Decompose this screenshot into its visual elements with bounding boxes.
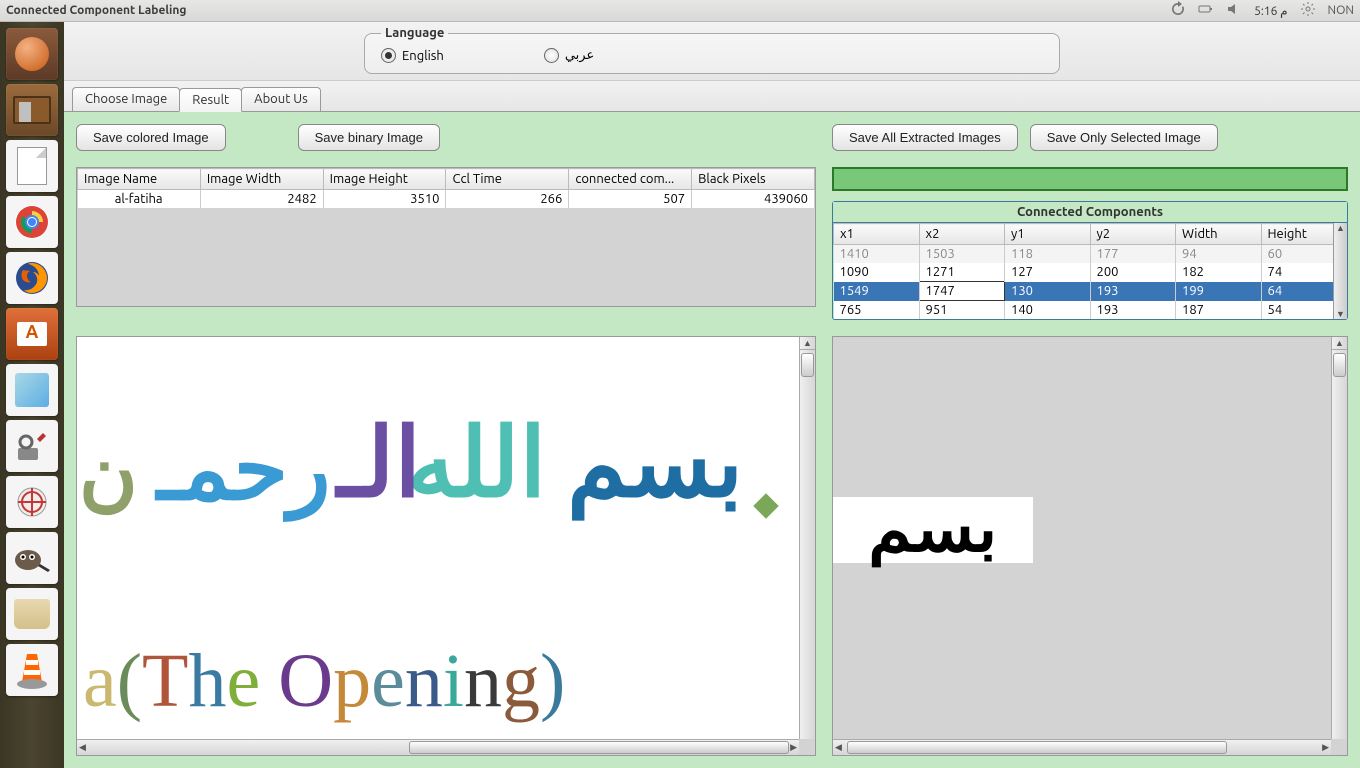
colored-letter: p (333, 643, 371, 719)
colored-letter: T (142, 643, 188, 719)
colored-word: رحمـ (157, 417, 331, 521)
tab-result[interactable]: Result (179, 88, 242, 112)
system-tray: م 5:16 NON (1170, 1, 1354, 20)
firefox-icon[interactable] (6, 252, 58, 304)
language-legend: Language (381, 26, 448, 40)
colored-word: الله (407, 407, 546, 519)
table-header[interactable]: y2 (1090, 224, 1176, 245)
colored-letter: ) (540, 643, 565, 719)
main-canvas[interactable]: a(TheOpening) بسماللهالـرحمـن (77, 337, 799, 739)
colored-letter: n (464, 643, 502, 719)
table-header[interactable]: x1 (834, 224, 920, 245)
table-header[interactable]: y1 (1005, 224, 1091, 245)
crosshair-icon[interactable] (6, 476, 58, 528)
colored-letter: i (443, 643, 464, 719)
connected-components-title: Connected Components (833, 202, 1347, 223)
right-button-row: Save All Extracted Images Save Only Sele… (832, 124, 1348, 151)
table-header[interactable]: Image Name (78, 169, 201, 190)
table-header[interactable]: Width (1176, 224, 1262, 245)
tabbar: Choose Image Result About Us (64, 81, 1360, 112)
radio-on-icon (381, 48, 396, 63)
extracted-component: بسم (833, 497, 1033, 563)
table-header[interactable]: Image Width (200, 169, 323, 190)
colored-letter: h (188, 643, 226, 719)
save-colored-button[interactable]: Save colored Image (76, 124, 226, 151)
tab-about-us[interactable]: About Us (241, 87, 321, 111)
main-vscrollbar[interactable] (799, 337, 815, 739)
language-arabic-label: عربي (565, 48, 594, 63)
connected-components-panel: Connected Components x1x2y1y2WidthHeight… (832, 201, 1348, 320)
titlebar: Connected Component Labeling م 5:16 NON (0, 0, 1360, 22)
table-row[interactable]: 1549174713019319964 (834, 282, 1347, 301)
english-caption: a(TheOpening) (83, 643, 565, 719)
right-upper-column: Connected Components x1x2y1y2WidthHeight… (832, 167, 1348, 320)
colored-letter: e (371, 643, 405, 719)
settings-icon[interactable] (6, 420, 58, 472)
virtualbox-icon[interactable] (6, 364, 58, 416)
colored-word: بسم (567, 407, 743, 519)
main-hscrollbar[interactable] (77, 739, 799, 755)
radio-off-icon (544, 48, 559, 63)
chrome-icon[interactable] (6, 196, 58, 248)
table-header[interactable]: Black Pixels (692, 169, 815, 190)
gimp-icon[interactable] (6, 532, 58, 584)
launcher (0, 22, 64, 768)
save-selected-button[interactable]: Save Only Selected Image (1030, 124, 1218, 151)
left-button-row: Save colored Image Save binary Image (76, 124, 816, 151)
app-title: Connected Component Labeling (6, 4, 186, 17)
volume-icon (1226, 1, 1242, 20)
table-row[interactable]: 1090127112720018274 (834, 263, 1347, 282)
language-english-option[interactable]: English (381, 48, 444, 63)
diacritic-dot (753, 493, 778, 518)
table-header[interactable]: x2 (919, 224, 1005, 245)
dictionary-icon[interactable] (6, 588, 58, 640)
main-image-viewer: a(TheOpening) بسماللهالـرحمـن (76, 336, 816, 756)
colored-letter: e (226, 643, 260, 719)
language-strip: Language English عربي (64, 22, 1360, 81)
image-info-table-panel: Image NameImage WidthImage HeightCcl Tim… (76, 167, 816, 307)
colored-word: ن (79, 427, 138, 521)
language-english-label: English (402, 49, 444, 63)
preview-vscrollbar[interactable] (1331, 337, 1347, 739)
keyboard-indicator[interactable]: NON (1328, 4, 1354, 17)
image-info-table[interactable]: Image NameImage WidthImage HeightCcl Tim… (77, 168, 815, 208)
files-icon[interactable] (6, 84, 58, 136)
table-header[interactable]: Ccl Time (446, 169, 569, 190)
table-header[interactable]: connected com... (569, 169, 692, 190)
colored-letter: O (278, 643, 333, 719)
table-row[interactable]: 141015031181779460 (834, 245, 1347, 264)
content-area: Save colored Image Save binary Image Sav… (64, 112, 1360, 768)
preview-hscrollbar[interactable] (833, 739, 1331, 755)
clock: م 5:16 (1254, 4, 1287, 18)
save-binary-button[interactable]: Save binary Image (298, 124, 440, 151)
colored-word: الـ (337, 407, 421, 519)
component-canvas[interactable]: بسم (833, 337, 1331, 739)
gear-icon[interactable] (1300, 1, 1316, 20)
table-header[interactable]: Image Height (323, 169, 446, 190)
language-fieldset: Language English عربي (364, 26, 1060, 74)
language-arabic-option[interactable]: عربي (544, 48, 594, 63)
colored-letter: n (405, 643, 443, 719)
sync-icon (1170, 1, 1186, 20)
app-window: Language English عربي Choose Image Resul… (64, 22, 1360, 768)
software-center-icon[interactable] (6, 308, 58, 360)
component-preview-viewer: بسم (832, 336, 1348, 756)
colored-letter: ( (117, 643, 142, 719)
component-glyph: بسم (868, 493, 997, 567)
cc-scrollbar[interactable] (1333, 223, 1347, 319)
battery-icon (1198, 1, 1214, 20)
table-row[interactable]: 76595114019318754 (834, 301, 1347, 320)
colored-letter: a (83, 643, 117, 719)
tab-choose-image[interactable]: Choose Image (72, 87, 180, 111)
status-bar (832, 167, 1348, 191)
vlc-icon[interactable] (6, 644, 58, 696)
connected-components-table[interactable]: x1x2y1y2WidthHeight 14101503118177946010… (833, 223, 1347, 319)
colored-letter: g (502, 643, 540, 719)
dash-icon[interactable] (6, 28, 58, 80)
writer-icon[interactable] (6, 140, 58, 192)
save-all-extracted-button[interactable]: Save All Extracted Images (832, 124, 1018, 151)
table-row[interactable]: al-fatiha24823510266507439060 (78, 190, 815, 209)
